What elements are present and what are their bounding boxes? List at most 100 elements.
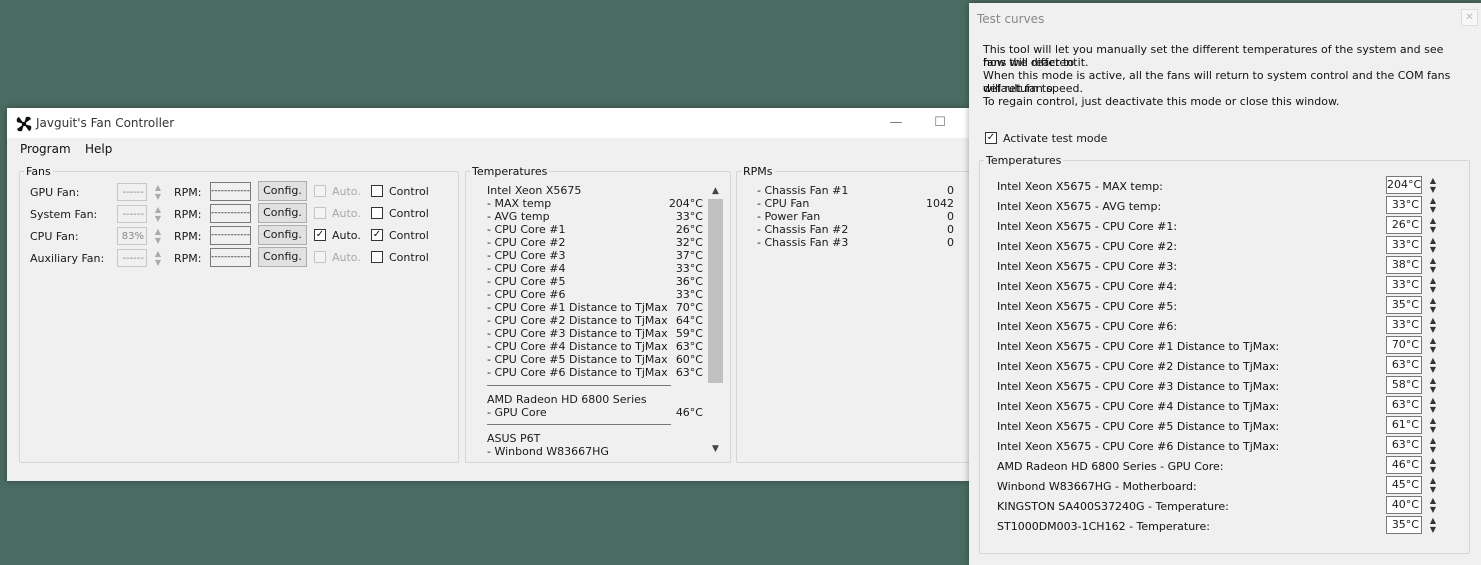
gpu-control-checkbox[interactable] [371, 185, 383, 197]
temp-line: - CPU Core #2 Distance to TjMax 64°C [487, 314, 709, 327]
sensor-spin-icon[interactable]: ▲ ▼ [1427, 396, 1439, 414]
cpu-fan-spin-icon[interactable]: ▲ ▼ [153, 227, 163, 245]
sensor-spin-icon[interactable]: ▲ ▼ [1427, 196, 1439, 214]
sensor-temp-input[interactable]: 70°C [1386, 336, 1422, 354]
sensor-spin-icon[interactable]: ▲ ▼ [1427, 176, 1439, 194]
scroll-up-icon[interactable]: ▲ [707, 183, 724, 199]
cpu-control-checkbox[interactable]: ✓ [371, 229, 383, 241]
sensor-spin-icon[interactable]: ▲ ▼ [1427, 436, 1439, 454]
temp-line-name: - CPU Core #3 [487, 249, 566, 262]
scrollbar-thumb[interactable] [708, 199, 723, 383]
temp-line-name: AMD Radeon HD 6800 Series [487, 393, 647, 406]
sensor-spin-icon[interactable]: ▲ ▼ [1427, 316, 1439, 334]
minimize-button[interactable]: — [873, 108, 919, 138]
system-auto-checkbox[interactable] [314, 207, 326, 219]
rpm-line: - Power Fan 0 [757, 210, 957, 223]
sensor-spin-icon[interactable]: ▲ ▼ [1427, 256, 1439, 274]
temperatures-scrollbar[interactable]: ▲ ▼ [707, 183, 724, 457]
sensor-spin-icon[interactable]: ▲ ▼ [1427, 376, 1439, 394]
sensor-temp-input[interactable]: 35°C [1386, 296, 1422, 314]
menu-help[interactable]: Help [85, 142, 112, 156]
rpm-line-name: - CPU Fan [757, 197, 810, 210]
sensor-temp-input[interactable]: 33°C [1386, 236, 1422, 254]
system-fan-spin-icon[interactable]: ▲ ▼ [153, 205, 163, 223]
sensor-temp-input[interactable]: 63°C [1386, 436, 1422, 454]
temp-line-name: - CPU Core #3 Distance to TjMax [487, 327, 668, 340]
sensor-temp-input[interactable]: 45°C [1386, 476, 1422, 494]
scroll-down-icon[interactable]: ▼ [707, 441, 724, 457]
temp-line-name: - CPU Core #6 [487, 288, 566, 301]
sensor-temp-input[interactable]: 204°C [1386, 176, 1422, 194]
sensor-temp-input[interactable]: 63°C [1386, 396, 1422, 414]
temp-line: - GPU Core 46°C [487, 406, 709, 419]
sensor-temp-input[interactable]: 61°C [1386, 416, 1422, 434]
auxiliary-control-label: Control [389, 251, 429, 264]
sensor-label: Intel Xeon X5675 - CPU Core #2: [997, 240, 1178, 253]
gpu-fan-percent[interactable]: ------ [117, 183, 147, 201]
sensor-spin-icon[interactable]: ▲ ▼ [1427, 516, 1439, 534]
temp-line-name: - AVG temp [487, 210, 550, 223]
temperatures-list[interactable]: Intel Xeon X5675 - MAX temp 204°C - AVG t… [487, 184, 709, 456]
temp-line-value: 32°C [675, 236, 703, 249]
sensor-spin-icon[interactable]: ▲ ▼ [1427, 216, 1439, 234]
sensor-spin-icon[interactable]: ▲ ▼ [1427, 456, 1439, 474]
temp-line-name: Intel Xeon X5675 [487, 184, 582, 197]
gpu-auto-checkbox[interactable] [314, 185, 326, 197]
sensor-temp-input[interactable]: 33°C [1386, 196, 1422, 214]
sensor-temp-input[interactable]: 33°C [1386, 316, 1422, 334]
sensor-temp-input[interactable]: 58°C [1386, 376, 1422, 394]
temp-line-value: 33°C [675, 262, 703, 275]
sensor-spin-icon[interactable]: ▲ ▼ [1427, 296, 1439, 314]
menu-program[interactable]: Program [20, 142, 71, 156]
sensor-temp-input[interactable]: 38°C [1386, 256, 1422, 274]
temp-line-value: 70°C [675, 301, 703, 314]
gpu-auto-label: Auto. [332, 185, 361, 198]
fans-group-title: Fans [24, 165, 53, 178]
sensor-spin-icon[interactable]: ▲ ▼ [1427, 236, 1439, 254]
system-config-button[interactable]: Config. [258, 203, 307, 223]
sensor-temp-input[interactable]: 40°C [1386, 496, 1422, 514]
rpm-line-name: - Power Fan [757, 210, 821, 223]
system-control-checkbox[interactable] [371, 207, 383, 219]
close-icon[interactable]: ✕ [1461, 9, 1478, 26]
title-bar[interactable]: Javguit's Fan Controller — ☐ [7, 108, 970, 138]
sensor-label: Intel Xeon X5675 - CPU Core #6: [997, 320, 1178, 333]
temp-line-name: - CPU Core #5 Distance to TjMax [487, 353, 668, 366]
temp-line-value: 46°C [675, 406, 703, 419]
sensor-temp-input[interactable]: 46°C [1386, 456, 1422, 474]
test-curves-window: Test curves ✕ This tool will let you man… [969, 3, 1481, 565]
auxiliary-fan-percent[interactable]: ------ [117, 249, 147, 267]
sensor-temp-input[interactable]: 33°C [1386, 276, 1422, 294]
rpm-line-value: 1042 [926, 197, 954, 210]
sensor-spin-icon[interactable]: ▲ ▼ [1427, 476, 1439, 494]
auxiliary-control-checkbox[interactable] [371, 251, 383, 263]
auxiliary-auto-checkbox[interactable] [314, 251, 326, 263]
gpu-fan-spin-icon[interactable]: ▲ ▼ [153, 183, 163, 201]
cpu-auto-checkbox[interactable]: ✓ [314, 229, 326, 241]
sensor-spin-icon[interactable]: ▲ ▼ [1427, 336, 1439, 354]
sensor-spin-icon[interactable]: ▲ ▼ [1427, 356, 1439, 374]
auxiliary-auto-label: Auto. [332, 251, 361, 264]
auxiliary-fan-spin-icon[interactable]: ▲ ▼ [153, 249, 163, 267]
cpu-config-button[interactable]: Config. [258, 225, 307, 245]
sensor-temp-input[interactable]: 63°C [1386, 356, 1422, 374]
auxiliary-config-button[interactable]: Config. [258, 247, 307, 267]
maximize-button[interactable]: ☐ [917, 108, 963, 138]
cpu-fan-percent[interactable]: 83% [117, 227, 147, 245]
sensor-spin-icon[interactable]: ▲ ▼ [1427, 496, 1439, 514]
test-window-title: Test curves [977, 12, 1045, 26]
gpu-config-button[interactable]: Config. [258, 181, 307, 201]
sensor-temp-input[interactable]: 26°C [1386, 216, 1422, 234]
sensor-temp-input[interactable]: 35°C [1386, 516, 1422, 534]
test-temperatures-title: Temperatures [984, 154, 1064, 167]
system-fan-percent[interactable]: ------ [117, 205, 147, 223]
sensor-spin-icon[interactable]: ▲ ▼ [1427, 416, 1439, 434]
temp-line-value: 59°C [675, 327, 703, 340]
activate-test-mode-checkbox[interactable]: ✓ [985, 132, 997, 144]
temp-line-value: 33°C [675, 288, 703, 301]
rpm-line-value: 0 [947, 184, 954, 197]
sensor-label: Intel Xeon X5675 - AVG temp: [997, 200, 1162, 213]
temp-line-value: 36°C [675, 275, 703, 288]
auxiliary-rpm-value: ------------ [210, 248, 251, 267]
sensor-spin-icon[interactable]: ▲ ▼ [1427, 276, 1439, 294]
